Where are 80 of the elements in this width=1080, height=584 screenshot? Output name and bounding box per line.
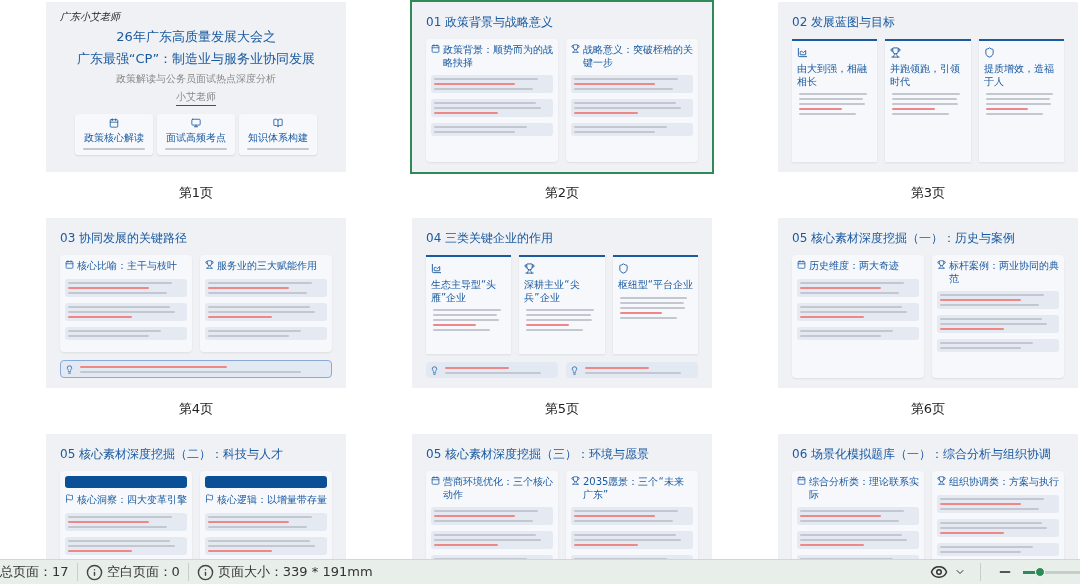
trophy-icon	[937, 476, 946, 485]
calendar-icon	[109, 118, 119, 128]
slide-thumbnail[interactable]: 05 核心素材深度挖掘（一）：历史与案例 历史维度：两大奇迹 标杆案例：两业协同的典范	[776, 216, 1080, 390]
slide-title: 01 政策背景与战略意义	[426, 14, 555, 31]
shield-icon	[983, 47, 995, 58]
book-icon	[273, 118, 283, 128]
column-heading: 核心洞察：四大变革引擎	[77, 494, 187, 507]
trophy-icon	[571, 476, 580, 485]
author-name: 小艾老师	[176, 90, 216, 106]
slide-thumbnail[interactable]: 03 协同发展的关键路径 核心比喻：主干与枝叶 服务业的三大赋能作用	[44, 216, 348, 390]
calendar-icon	[431, 44, 440, 53]
info-icon	[196, 563, 214, 581]
column-heading: 战略意义：突破桎梏的关键一步	[583, 44, 693, 69]
bulb-icon	[65, 364, 74, 374]
total-pages: 总页面：17	[0, 563, 69, 581]
trophy-icon	[524, 263, 536, 274]
bulb-icon	[570, 365, 579, 375]
slide-thumbnail[interactable]: 06 场景化模拟题库（一）：综合分析与组织协调 综合分析类：理论联系实际 组织协调类：方案与执行	[776, 432, 1080, 559]
column-heading: 核心逻辑：以增量带存量	[217, 494, 327, 507]
slide-thumbnail[interactable]: 04 三类关键企业的作用 生态主导型“头雁”企业 深耕主业“尖兵”企业 枢纽型“平台企业	[410, 216, 714, 390]
slide-title: 26年广东高质量发展大会之	[116, 28, 276, 46]
slide-title: 05 核心素材深度挖掘（三）：环境与愿景	[426, 446, 651, 463]
card-heading: 深耕主业“尖兵”企业	[524, 279, 581, 304]
slide-title: 05 核心素材深度挖掘（二）：科技与人才	[60, 446, 285, 463]
page-size: 页面大小：339 * 191mm	[217, 563, 373, 581]
column-heading: 标杆案例：两业协同的典范	[949, 260, 1059, 285]
slide-subtitle: 政策解读与公务员面试热点深度分析	[116, 72, 276, 86]
trophy-icon	[937, 260, 946, 269]
trophy-icon	[205, 260, 214, 269]
card-heading: 政策核心解读	[84, 131, 144, 145]
logo: 广东小艾老师	[60, 10, 120, 24]
trophy-icon	[890, 47, 902, 58]
card-heading: 面试高频考点	[166, 131, 226, 145]
page-label: 第4页	[178, 400, 214, 418]
page-label: 第6页	[910, 400, 946, 418]
slide-title: 05 核心素材深度挖掘（一）：历史与案例	[792, 230, 1017, 247]
slide-thumbnail[interactable]: 02 发展蓝图与目标 由大到强，相融相长 并跑领跑，引领时代 提质增效，造福于人	[776, 0, 1080, 174]
info-icon	[85, 563, 103, 581]
slide-thumbnail[interactable]: 广东小艾老师 26年广东高质量发展大会之 广东最强“CP”：制造业与服务业协同发展 政策解读与公务员面试热点深度分析 小艾老师 政策核心解读 面试高频考点 知识体系构建	[44, 0, 348, 174]
column-heading: 服务业的三大赋能作用	[217, 260, 317, 273]
area-chart-icon	[431, 263, 442, 274]
flag-icon	[65, 494, 74, 503]
bulb-icon	[430, 365, 439, 375]
column-heading: 2035愿景：三个“未来广东”	[583, 476, 685, 501]
area-chart-icon	[797, 47, 808, 58]
slide-thumbnail[interactable]: 01 政策背景与战略意义 政策背景：顺势而为的战略抉择 战略意义：突破桎梏的关键一步	[410, 0, 714, 174]
column-heading: 组织协调类：方案与执行	[949, 476, 1059, 489]
slide-title: 03 协同发展的关键路径	[60, 230, 189, 247]
monitor-icon	[191, 118, 201, 128]
calendar-icon	[431, 476, 440, 485]
column-heading: 历史维度：两大奇迹	[809, 260, 899, 273]
card-heading: 提质增效，造福于人	[983, 63, 1055, 88]
page-label: 第5页	[544, 400, 580, 418]
slide-thumbnail[interactable]: 05 核心素材深度挖掘（三）：环境与愿景 营商环境优化：三个核心动作 2035愿景：三个“未来广东”	[410, 432, 714, 559]
card-heading: 并跑领跑，引领时代	[890, 63, 962, 88]
column-heading: 综合分析类：理论联系实际	[809, 476, 919, 501]
calendar-icon	[65, 260, 74, 269]
column-heading: 核心比喻：主干与枝叶	[77, 260, 177, 273]
slide-title: 06 场景化模拟题库（一）：综合分析与组织协调	[792, 446, 1053, 463]
page-label: 第2页	[544, 184, 580, 202]
card-heading: 枢纽型“平台企业	[617, 279, 693, 292]
card-heading: 生态主导型“头雁”企业	[431, 279, 498, 304]
slider-handle[interactable]	[1035, 567, 1046, 577]
column-heading: 营商环境优化：三个核心动作	[443, 476, 553, 501]
slide-title: 04 三类关键企业的作用	[426, 230, 555, 247]
page-label: 第3页	[910, 184, 946, 202]
flag-icon	[205, 494, 214, 503]
page-label: 第1页	[178, 184, 214, 202]
trophy-icon	[571, 44, 580, 53]
slide-title: 02 发展蓝图与目标	[792, 14, 897, 31]
blank-pages: 空白页面：0	[106, 563, 180, 581]
slide-thumbnail[interactable]: 05 核心素材深度挖掘（二）：科技与人才 核心洞察：四大变革引擎 核心逻辑：以增量带存量	[44, 432, 348, 559]
calendar-icon	[797, 260, 806, 269]
shield-icon	[617, 263, 629, 274]
slide-title: 广东最强“CP”：制造业与服务业协同发展	[76, 50, 316, 68]
eye-icon[interactable]	[930, 563, 948, 581]
card-heading: 知识体系构建	[248, 131, 308, 145]
column-heading: 政策背景：顺势而为的战略抉择	[443, 44, 553, 69]
calendar-icon	[797, 476, 806, 485]
card-heading: 由大到强，相融相长	[797, 63, 868, 88]
